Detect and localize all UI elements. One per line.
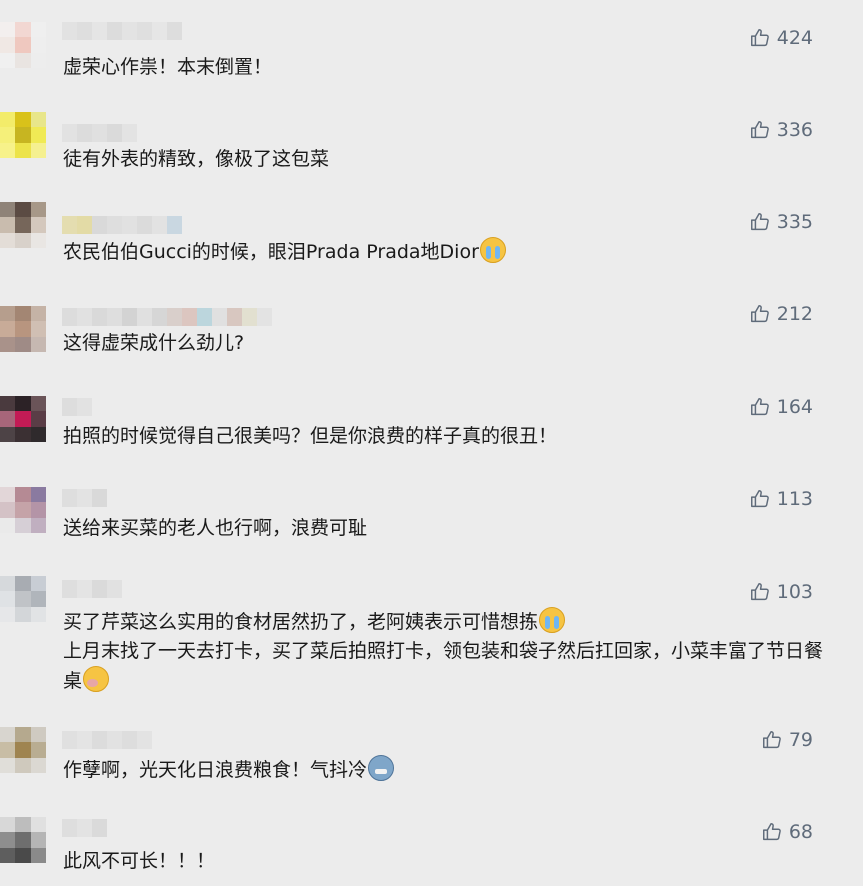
thumbs-up-icon: [750, 583, 769, 601]
like-button[interactable]: 103: [749, 579, 813, 605]
like-button[interactable]: 424: [749, 25, 813, 51]
username-blurred[interactable]: [62, 216, 182, 234]
comment-text: 买了芹菜这么实用的食材居然扔了，老阿姨表示可惜想拣 上月末找了一天去打卡，买了菜…: [63, 607, 823, 696]
like-button[interactable]: 212: [749, 301, 813, 327]
like-count: 335: [776, 211, 813, 233]
username-blurred[interactable]: [62, 398, 92, 416]
avatar[interactable]: [0, 576, 46, 622]
avatar[interactable]: [0, 22, 46, 68]
crying-face-icon: [479, 237, 506, 263]
like-count: 212: [776, 303, 813, 325]
like-count: 164: [776, 396, 813, 418]
like-button[interactable]: 79: [761, 727, 813, 753]
comment-text: 徒有外表的精致，像极了这包菜: [63, 148, 330, 170]
like-count: 79: [788, 729, 813, 751]
like-count: 424: [776, 27, 813, 49]
avatar[interactable]: [0, 487, 46, 533]
thumbs-up-icon: [750, 305, 769, 323]
thumbs-up-icon: [762, 823, 781, 841]
sick-face-icon: [83, 666, 110, 692]
thumbs-up-icon: [750, 29, 769, 47]
username-blurred[interactable]: [62, 489, 107, 507]
crying-face-icon: [539, 607, 566, 633]
username-blurred[interactable]: [62, 580, 122, 598]
cold-face-icon: [368, 755, 395, 781]
like-button[interactable]: 68: [761, 819, 813, 845]
comment-text: 虚荣心作祟！本末倒置！: [63, 56, 273, 78]
thumbs-up-icon: [750, 398, 769, 416]
username-blurred[interactable]: [62, 22, 182, 40]
thumbs-up-icon: [750, 213, 769, 231]
avatar[interactable]: [0, 112, 46, 158]
username-blurred[interactable]: [62, 731, 152, 749]
username-blurred[interactable]: [62, 308, 272, 326]
comment-text: 作孽啊，光天化日浪费粮食！气抖冷: [63, 755, 823, 785]
like-count: 336: [776, 119, 813, 141]
avatar[interactable]: [0, 817, 46, 863]
comment-text: 此风不可长！！！: [63, 850, 216, 872]
thumbs-up-icon: [762, 731, 781, 749]
username-blurred[interactable]: [62, 124, 137, 142]
like-count: 68: [788, 821, 813, 843]
thumbs-up-icon: [750, 490, 769, 508]
avatar[interactable]: [0, 396, 46, 442]
like-button[interactable]: 335: [749, 209, 813, 235]
comment-text: 送给来买菜的老人也行啊，浪费可耻: [63, 517, 368, 539]
like-button[interactable]: 164: [749, 394, 813, 420]
like-count: 103: [776, 581, 813, 603]
comment-text: 这得虚荣成什么劲儿?: [63, 332, 245, 354]
comment-text: 农民伯伯Gucci的时候，眼泪Prada Prada地Dior: [63, 237, 823, 267]
avatar[interactable]: [0, 306, 46, 352]
thumbs-up-icon: [750, 121, 769, 139]
avatar[interactable]: [0, 727, 46, 773]
like-button[interactable]: 113: [749, 486, 813, 512]
username-blurred[interactable]: [62, 819, 107, 837]
like-button[interactable]: 336: [749, 117, 813, 143]
avatar[interactable]: [0, 202, 46, 248]
like-count: 113: [776, 488, 813, 510]
comment-text: 拍照的时候觉得自己很美吗？但是你浪费的样子真的很丑！: [63, 425, 558, 447]
